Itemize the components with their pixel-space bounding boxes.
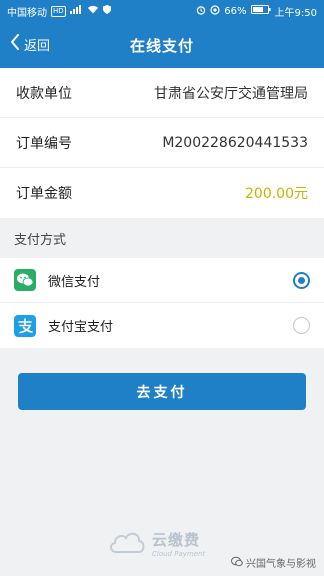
back-label: 返回 [24, 38, 51, 54]
shield-icon [102, 5, 111, 17]
order-info-card: 收款单位 甘肃省公安厅交通管理局 订单编号 M200228620441533 订… [0, 68, 324, 218]
payee-value: 甘肃省公安厅交通管理局 [154, 85, 308, 102]
logo-text-en: Cloud Payment [152, 549, 206, 558]
wechat-pay-option[interactable]: 微信支付 [0, 258, 324, 303]
order-amount-label: 订单金额 [16, 186, 72, 202]
wechat-pay-radio[interactable] [293, 271, 310, 289]
header: 中国移动 HD 66% 上午9:50 返回 在线支付 [0, 0, 324, 68]
cloud-payment-logo: 云缴费 Cloud Payment [108, 528, 205, 558]
order-amount-row: 订单金额 200.00元 [0, 168, 324, 218]
battery-percent: 66% [224, 5, 247, 17]
logo-text: 云缴费 Cloud Payment [152, 529, 205, 558]
order-amount-value: 200.00元 [245, 186, 308, 202]
wechat-official-icon [231, 556, 243, 570]
status-bar: 中国移动 HD 66% 上午9:50 [0, 0, 324, 22]
payment-method-list: 微信支付 支付宝支付 [0, 258, 324, 348]
watermark: 兴国气象与影视 [231, 555, 316, 570]
wechat-pay-label: 微信支付 [48, 274, 101, 290]
alipay-label: 支付宝支付 [48, 320, 114, 335]
alipay-radio[interactable] [293, 317, 310, 334]
carrier-label: 中国移动 [7, 7, 47, 19]
chevron-left-icon [10, 34, 20, 54]
hd-badge: HD [51, 5, 66, 17]
battery-icon [250, 5, 271, 17]
payee-row: 收款单位 甘肃省公安厅交通管理局 [0, 68, 324, 118]
signal-icon [69, 5, 83, 17]
order-number-value: M200228620441533 [162, 134, 308, 151]
payment-method-heading: 支付方式 [14, 232, 67, 248]
alipay-option[interactable]: 支付宝支付 [0, 303, 324, 348]
alipay-icon [14, 314, 36, 337]
payee-label: 收款单位 [16, 85, 72, 102]
pay-button[interactable]: 去支付 [18, 373, 306, 410]
eye-comfort-icon [210, 4, 220, 18]
watermark-text: 兴国气象与影视 [246, 559, 316, 570]
clock-time: 上午9:50 [274, 7, 317, 19]
wifi-icon [87, 5, 99, 17]
back-button[interactable]: 返回 [10, 34, 50, 54]
wechat-pay-icon [14, 269, 36, 291]
logo-text-cn: 云缴费 [152, 530, 201, 549]
status-bar-left: 中国移动 HD [7, 4, 111, 19]
page-title: 在线支付 [129, 36, 194, 55]
order-number-row: 订单编号 M200228620441533 [0, 118, 324, 168]
status-bar-right: 66% 上午9:50 [196, 4, 317, 19]
cloud-icon [108, 528, 146, 558]
order-number-label: 订单编号 [16, 135, 72, 152]
alarm-icon [196, 5, 206, 18]
nav-bar: 返回 在线支付 [0, 22, 324, 68]
